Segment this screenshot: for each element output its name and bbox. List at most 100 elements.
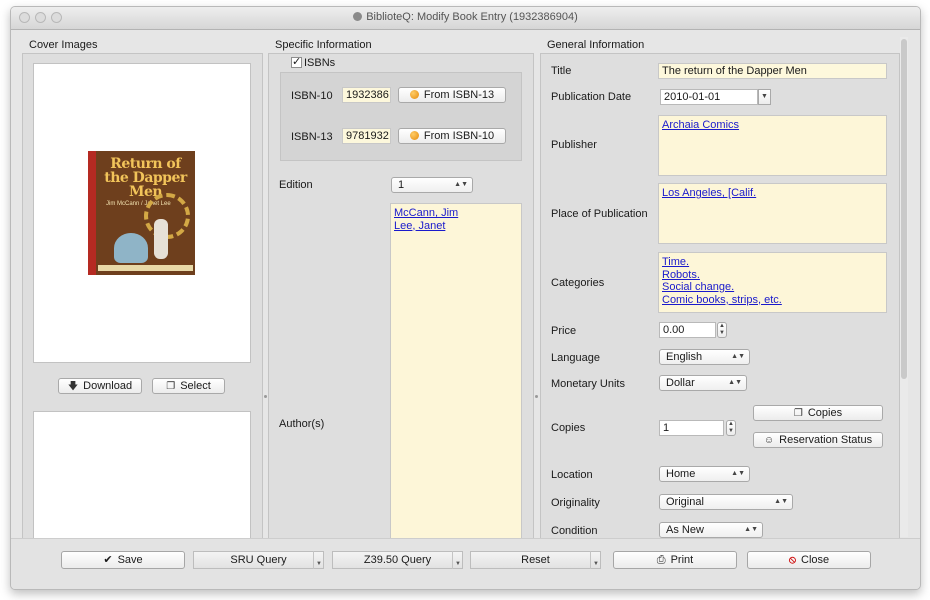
sru-query-button[interactable]: SRU Query ▼ [193,551,324,569]
user-icon: ☺ [763,435,775,446]
reset-button[interactable]: Reset ▼ [470,551,601,569]
save-button[interactable]: ✔ Save [61,551,185,569]
condition-select[interactable]: As New ▲▼ [659,522,763,538]
general-information-title: General Information [547,39,645,51]
location-select[interactable]: Home ▲▼ [659,466,750,482]
front-cover-image: Return of the Dapper Men Jim McCann / Ja… [88,151,195,275]
from-isbn13-label: From ISBN-13 [423,89,495,101]
title-bar: BiblioteQ: Modify Book Entry (1932386904… [11,7,920,30]
title-label: Title [551,65,572,77]
app-icon [353,12,363,21]
language-select[interactable]: English ▲▼ [659,349,750,365]
author-link[interactable]: Lee, Janet [394,220,518,233]
place-of-publication-textarea[interactable]: Los Angeles, [Calif. [658,183,887,244]
price-stepper[interactable]: ▲ ▼ [717,322,727,338]
originality-label: Originality [551,497,600,509]
monetary-units-select[interactable]: Dollar ▲▼ [659,375,747,391]
select-label: Select [180,380,211,392]
authors-textarea[interactable]: McCann, Jim Lee, Janet [390,203,522,539]
download-label: Download [83,380,133,392]
author-link[interactable]: McCann, Jim [394,207,518,220]
place-of-publication-label: Place of Publication [551,208,648,220]
reservation-status-button[interactable]: ☺ Reservation Status [753,432,883,448]
copies-field[interactable]: 1 [659,420,724,436]
updown-arrows-icon: ▲▼ [454,181,468,188]
originality-select[interactable]: Original ▲▼ [659,494,793,510]
isbn13-field[interactable]: 9781932 [342,128,391,144]
z3950-query-label: Z39.50 Query [363,554,432,566]
condition-value: As New [666,524,704,536]
modify-book-window: BiblioteQ: Modify Book Entry (1932386904… [10,6,921,590]
cover-figure-art-2 [154,219,168,259]
isbns-checkbox[interactable]: ✓ [291,57,302,68]
category-link[interactable]: Robots. [662,269,883,282]
select-image-icon: ❐ [166,381,176,392]
print-button[interactable]: ⎙ Print [613,551,737,569]
menu-arrow-icon[interactable]: ▼ [590,551,601,569]
isbns-group [280,72,522,161]
language-label: Language [551,352,600,364]
no-entry-icon: ⦸ [788,554,797,566]
printer-icon: ⎙ [656,554,666,566]
price-label: Price [551,325,577,337]
authors-label: Author(s) [279,418,325,430]
menu-arrow-icon[interactable]: ▼ [313,551,324,569]
edition-value: 1 [398,179,405,191]
publication-date-label: Publication Date [551,91,632,103]
close-label: Close [801,554,830,566]
category-link[interactable]: Time. [662,256,883,269]
calendar-dropdown-button[interactable]: ▼ [758,89,771,105]
copies-button-label: Copies [807,407,843,419]
category-link[interactable]: Comic books, strips, etc. [662,294,883,307]
isbn10-field[interactable]: 1932386 [342,87,391,103]
from-isbn10-button[interactable]: From ISBN-10 [398,128,506,144]
updown-arrows-icon: ▲▼ [728,379,742,386]
category-link[interactable]: Social change. [662,281,883,294]
originality-value: Original [666,496,704,508]
publisher-label: Publisher [551,139,597,151]
print-label: Print [670,554,694,566]
publisher-textarea[interactable]: Archaia Comics [658,115,887,176]
specific-information-title: Specific Information [275,39,372,51]
window-title-wrap: BiblioteQ: Modify Book Entry (1932386904… [11,11,920,23]
convert-icon [409,90,419,99]
sru-query-label: SRU Query [230,554,287,566]
cover-images-title: Cover Images [29,39,98,51]
isbns-label: ISBNs [304,57,336,69]
copies-label: Copies [551,422,586,434]
splitter-handle-right[interactable] [535,395,538,398]
copies-button[interactable]: ❐ Copies [753,405,883,421]
splitter-handle-left[interactable] [264,395,267,398]
z3950-query-button[interactable]: Z39.50 Query ▼ [332,551,463,569]
language-value: English [666,351,703,363]
save-label: Save [117,554,143,566]
cover-spine [88,151,96,275]
publisher-link[interactable]: Archaia Comics [662,119,883,132]
select-cover-button[interactable]: ❐ Select [152,378,225,394]
edition-select[interactable]: 1 ▲▼ [391,177,473,193]
monetary-units-value: Dollar [666,377,695,389]
updown-arrows-icon: ▲▼ [731,353,745,360]
categories-label: Categories [551,277,605,289]
publication-date-field[interactable]: 2010-01-01 [660,89,758,105]
monetary-units-label: Monetary Units [551,378,625,390]
back-cover-frame[interactable] [33,411,251,539]
bottom-button-bar: ✔ Save SRU Query ▼ Z39.50 Query ▼ Reset ▼ ⎙ P… [11,538,920,589]
categories-textarea[interactable]: Time. Robots. Social change. Comic books… [658,252,887,313]
menu-arrow-icon[interactable]: ▼ [452,551,463,569]
location-label: Location [551,469,593,481]
price-field[interactable]: 0.00 [659,322,716,338]
updown-arrows-icon: ▲▼ [731,470,745,477]
checkmark-icon: ✔ [103,554,113,566]
reset-label: Reset [521,554,550,566]
from-isbn13-button[interactable]: From ISBN-13 [398,87,506,103]
updown-arrows-icon: ▲▼ [744,526,758,533]
place-link[interactable]: Los Angeles, [Calif. [662,187,883,200]
close-button[interactable]: ⦸ Close [747,551,871,569]
cover-art-title: Return of the Dapper Men [104,156,187,200]
title-field[interactable]: The return of the Dapper Men [658,63,887,79]
vertical-scrollbar-thumb[interactable] [901,39,907,379]
copies-stepper[interactable]: ▲ ▼ [726,420,736,436]
download-cover-button[interactable]: 🡇 Download [58,378,142,394]
reservation-status-label: Reservation Status [779,434,873,446]
